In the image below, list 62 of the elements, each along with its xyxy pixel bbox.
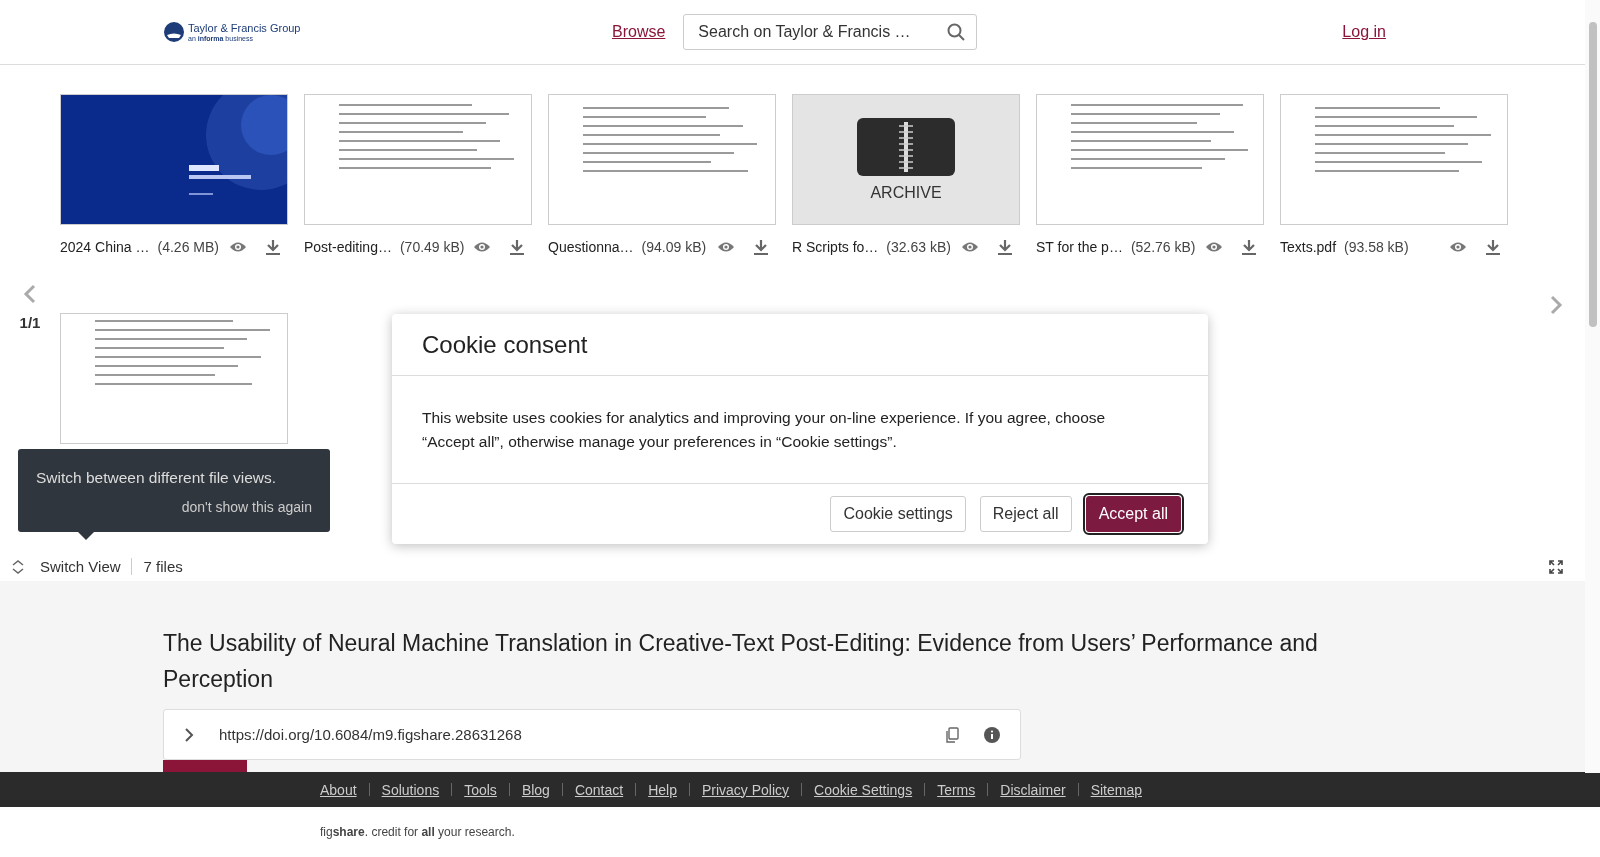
switch-view-icon[interactable]: [11, 559, 25, 574]
file-name[interactable]: Questionna…: [548, 239, 634, 255]
item-title: The Usability of Neural Machine Translation in Creative-Text Post-Editing: Evidence from Users’ Performance and Perception: [163, 629, 1319, 694]
file-name[interactable]: 2024 China …: [60, 239, 150, 255]
browse-link[interactable]: Browse: [612, 23, 666, 41]
dialog-title: Cookie consent: [422, 330, 588, 359]
search-icon[interactable]: [947, 23, 966, 41]
eye-icon[interactable]: [1449, 240, 1467, 254]
doi-link[interactable]: https://doi.org/10.6084/m9.figshare.28631268: [219, 726, 920, 743]
page-counter: 1/1: [19, 314, 41, 331]
footer-link[interactable]: Contact: [574, 781, 624, 798]
download-icon[interactable]: [753, 239, 769, 255]
file-name[interactable]: Texts.pdf: [1280, 239, 1337, 255]
tooltip-text: Switch between different file views.: [36, 469, 278, 487]
file-name[interactable]: Post-editing…: [304, 239, 392, 255]
logo-text[interactable]: Taylor & Francis Group: [188, 22, 301, 34]
footer-link[interactable]: Blog: [521, 781, 550, 798]
footer-link[interactable]: About: [320, 781, 357, 798]
download-icon[interactable]: [997, 239, 1013, 255]
scrollbar[interactable]: [1585, 0, 1600, 773]
file-size: (70.49 kB): [399, 239, 465, 255]
footer-link[interactable]: Tools: [464, 781, 497, 798]
accept-button[interactable]: Accept all: [1085, 496, 1181, 532]
file-size: (52.76 kB): [1130, 239, 1196, 255]
footer-link[interactable]: Privacy Policy: [701, 781, 790, 798]
file-name[interactable]: R Scripts fo…: [792, 239, 879, 255]
file-name[interactable]: ST for the p…: [1036, 239, 1123, 255]
info-icon[interactable]: [984, 726, 1000, 743]
logo-icon[interactable]: [163, 21, 185, 43]
switch-view-button[interactable]: Switch View: [25, 558, 132, 575]
dialog-button[interactable]: Cookie settings: [830, 496, 966, 532]
file-size: (94.09 kB): [641, 239, 707, 255]
eye-icon[interactable]: [1205, 240, 1223, 254]
copy-icon[interactable]: [945, 726, 959, 743]
dismiss-link[interactable]: don't show this again: [181, 499, 312, 515]
zipper-icon: [857, 117, 955, 176]
archive-label: ARCHIVE: [870, 183, 942, 202]
footer-link[interactable]: Help: [648, 781, 677, 798]
download-icon[interactable]: [265, 239, 281, 255]
download-icon[interactable]: [509, 239, 525, 255]
eye-icon[interactable]: [717, 240, 735, 254]
credit-text: figshare. credit for all your research.: [320, 824, 515, 839]
download-icon[interactable]: [1485, 239, 1501, 255]
file-size: (4.26 MB): [157, 239, 219, 255]
eye-icon[interactable]: [961, 240, 979, 254]
eye-icon[interactable]: [473, 240, 491, 254]
search-field[interactable]: Search on Taylor & Francis …: [683, 14, 978, 50]
login-link[interactable]: Log in: [1342, 23, 1386, 41]
footer-link[interactable]: Disclaimer: [1000, 781, 1066, 798]
chevron-icon[interactable]: [184, 726, 194, 743]
footer-link[interactable]: Cookie Settings: [814, 781, 913, 798]
fullscreen-icon[interactable]: [1549, 559, 1563, 574]
file-size: (32.63 kB): [886, 239, 951, 255]
footer-link[interactable]: Sitemap: [1090, 781, 1142, 798]
footer-link[interactable]: Solutions: [381, 781, 440, 798]
file-count: 7 files: [143, 558, 183, 575]
dialog-text: This website uses cookies for analytics and improving your on-line experience. If you agree, choose “Accept all”, otherwise manage your preferences in “Cookie settings”.: [422, 407, 1107, 452]
footer-link[interactable]: Terms: [937, 781, 976, 798]
dialog-button[interactable]: Reject all: [979, 496, 1072, 532]
download-icon[interactable]: [1241, 239, 1257, 255]
eye-icon[interactable]: [229, 240, 247, 254]
file-size: (93.58 kB): [1344, 239, 1409, 255]
